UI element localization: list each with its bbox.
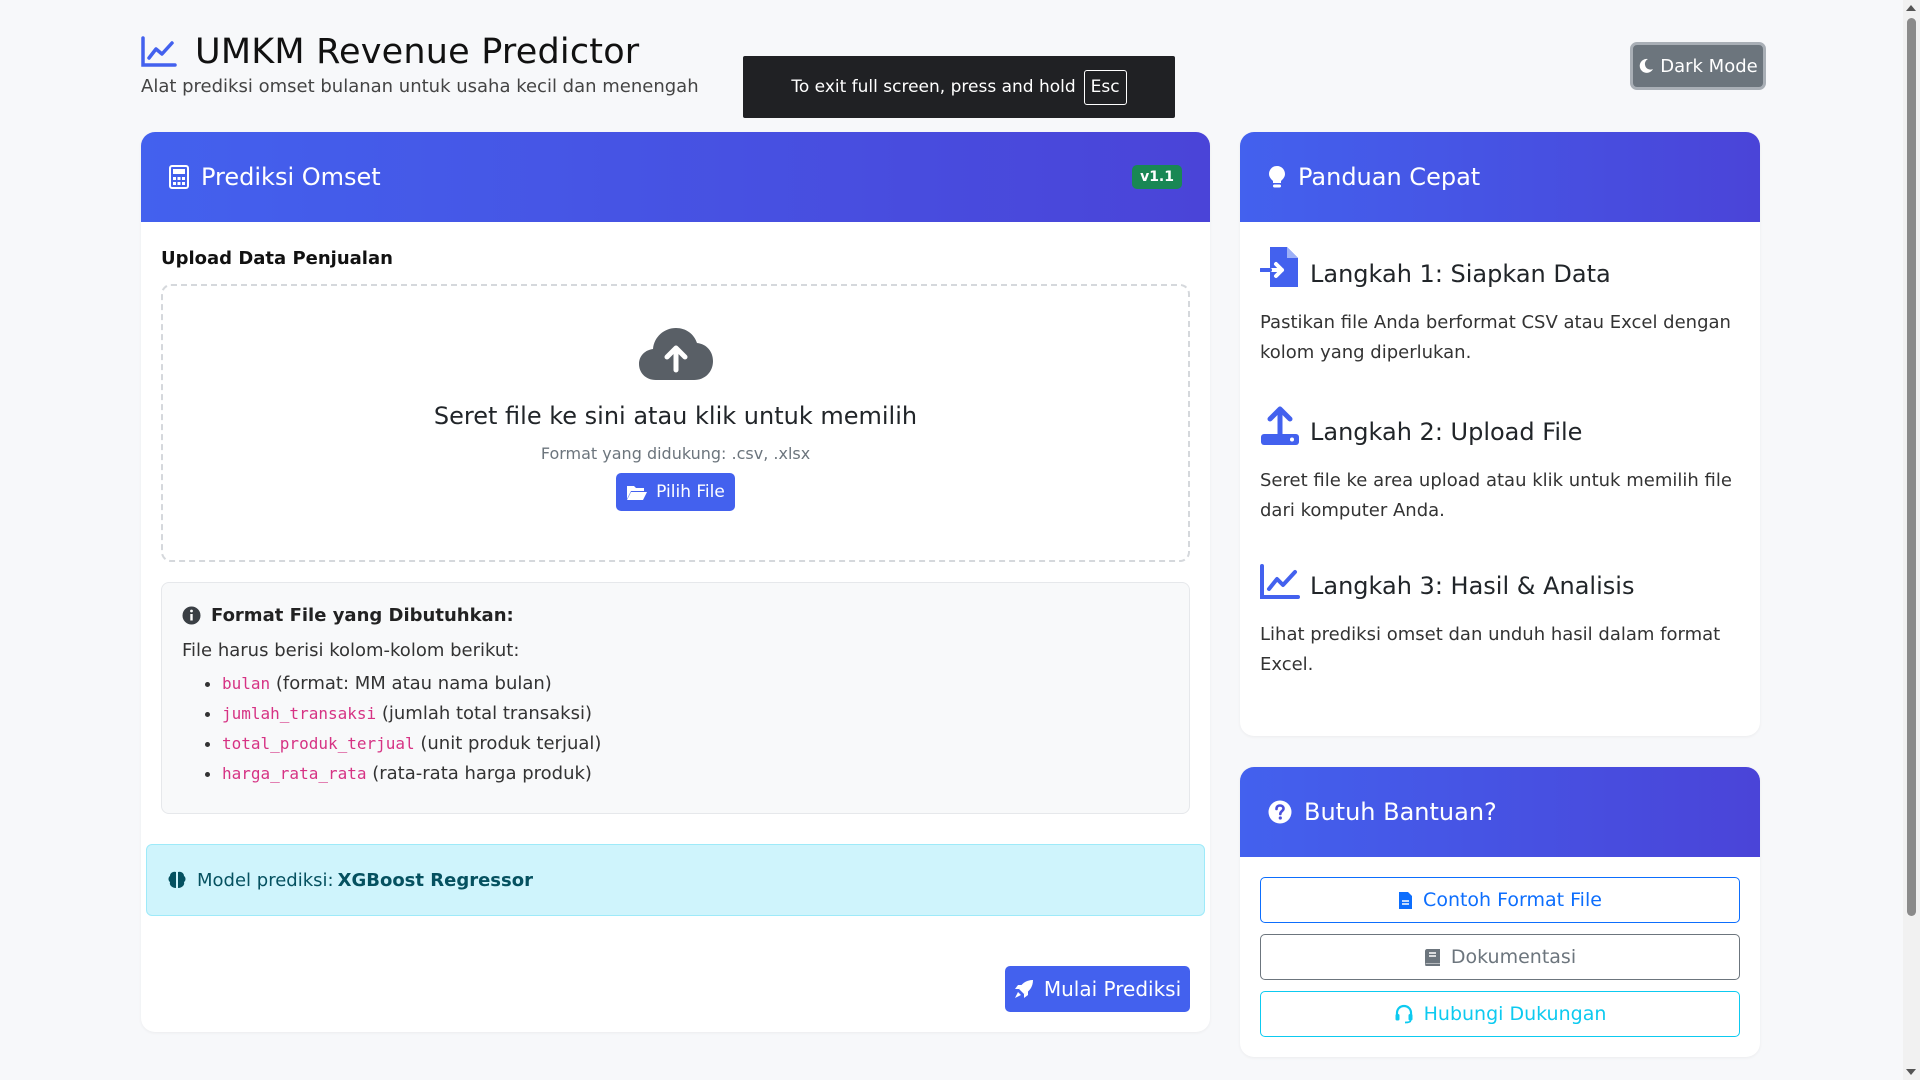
- folder-open-icon: [626, 484, 648, 501]
- file-icon: [1398, 891, 1413, 910]
- dark-mode-button[interactable]: Dark Mode: [1630, 42, 1766, 90]
- quick-guide-card: Panduan Cepat Langkah 1: Siapkan Data Pa…: [1240, 132, 1760, 736]
- format-title: Format File yang Dibutuhkan:: [211, 605, 514, 626]
- start-prediction-button[interactable]: Mulai Prediksi: [1005, 966, 1190, 1012]
- lightbulb-icon: [1268, 165, 1286, 189]
- esc-key-hint: Esc: [1083, 69, 1127, 105]
- step-title: Langkah 1: Siapkan Data: [1310, 260, 1611, 288]
- required-columns-list: bulan (format: MM atau nama bulan) jumla…: [182, 669, 1169, 789]
- help-card-header: Butuh Bantuan?: [1240, 767, 1760, 857]
- documentation-button[interactable]: Dokumentasi: [1260, 934, 1740, 980]
- upload-icon: [1260, 406, 1300, 446]
- model-label: Model prediksi:: [197, 869, 334, 891]
- step-desc: Lihat prediksi omset dan unduh hasil dal…: [1260, 624, 1721, 675]
- list-item: total_produk_terjual (unit produk terjua…: [222, 729, 1169, 759]
- page-scrollbar[interactable]: [1903, 0, 1920, 1080]
- scroll-thumb[interactable]: [1907, 18, 1916, 916]
- info-circle-icon: [182, 606, 201, 625]
- cloud-upload-icon: [638, 326, 714, 382]
- column-desc: (rata-rata harga produk): [366, 763, 592, 784]
- chart-line-icon: [1260, 564, 1300, 600]
- column-desc: (format: MM atau nama bulan): [270, 673, 552, 694]
- guide-card-header: Panduan Cepat: [1240, 132, 1760, 222]
- brain-icon: [167, 870, 187, 890]
- contact-support-label: Hubungi Dukungan: [1423, 1003, 1607, 1025]
- start-prediction-label: Mulai Prediksi: [1043, 977, 1182, 1001]
- guide-card-title: Panduan Cepat: [1298, 163, 1481, 191]
- help-card: Butuh Bantuan? Contoh Format File Dokume…: [1240, 767, 1760, 1057]
- upload-label: Upload Data Penjualan: [161, 248, 393, 269]
- predict-card-title: Prediksi Omset: [201, 163, 381, 191]
- page-subtitle: Alat prediksi omset bulanan untuk usaha …: [141, 76, 699, 97]
- file-import-icon: [1260, 246, 1300, 288]
- scroll-down-arrow[interactable]: [1906, 1069, 1916, 1075]
- format-intro: File harus berisi kolom-kolom berikut:: [182, 640, 520, 661]
- list-item: harga_rata_rata (rata-rata harga produk): [222, 759, 1169, 789]
- headset-icon: [1394, 1004, 1414, 1024]
- app-header: UMKM Revenue Predictor Alat prediksi oms…: [141, 32, 699, 97]
- column-desc: (unit produk terjual): [414, 733, 602, 754]
- column-code: bulan: [222, 674, 271, 693]
- model-name: XGBoost Regressor: [337, 869, 533, 891]
- column-code: jumlah_transaksi: [222, 704, 377, 723]
- format-requirements: Format File yang Dibutuhkan: File harus …: [161, 582, 1190, 814]
- pick-file-button[interactable]: Pilih File: [616, 473, 735, 511]
- toast-text: To exit full screen, press and hold: [791, 77, 1076, 97]
- dark-mode-label: Dark Mode: [1660, 55, 1758, 77]
- help-card-title: Butuh Bantuan?: [1304, 798, 1497, 826]
- step-title: Langkah 3: Hasil & Analisis: [1310, 572, 1635, 600]
- documentation-label: Dokumentasi: [1450, 946, 1577, 968]
- sample-format-button[interactable]: Contoh Format File: [1260, 877, 1740, 923]
- file-dropzone[interactable]: Seret file ke sini atau klik untuk memil…: [161, 284, 1190, 562]
- calculator-icon: [169, 165, 189, 189]
- pick-file-label: Pilih File: [656, 482, 725, 502]
- fullscreen-exit-toast: To exit full screen, press and hold Esc: [743, 56, 1175, 118]
- dropzone-title: Seret file ke sini atau klik untuk memil…: [433, 402, 918, 430]
- step-desc: Seret file ke area upload atau klik untu…: [1260, 470, 1732, 521]
- moon-icon: [1638, 58, 1654, 74]
- predict-card-header: Prediksi Omset v1.1: [141, 132, 1210, 222]
- list-item: jumlah_transaksi (jumlah total transaksi…: [222, 699, 1169, 729]
- predict-card: Prediksi Omset v1.1 Upload Data Penjuala…: [141, 132, 1210, 1032]
- column-desc: (jumlah total transaksi): [376, 703, 592, 724]
- column-code: total_produk_terjual: [222, 734, 415, 753]
- guide-step-2: Langkah 2: Upload File Seret file ke are…: [1260, 406, 1740, 526]
- guide-step-3: Langkah 3: Hasil & Analisis Lihat predik…: [1260, 564, 1740, 680]
- list-item: bulan (format: MM atau nama bulan): [222, 669, 1169, 699]
- sample-format-label: Contoh Format File: [1423, 889, 1602, 911]
- rocket-icon: [1014, 979, 1034, 999]
- step-title: Langkah 2: Upload File: [1310, 418, 1583, 446]
- scroll-up-arrow[interactable]: [1906, 5, 1916, 11]
- version-badge: v1.1: [1132, 165, 1182, 189]
- book-icon: [1424, 948, 1441, 967]
- dropzone-formats: Format yang didukung: .csv, .xlsx: [540, 444, 811, 463]
- model-info-alert: Model prediksi: XGBoost Regressor: [146, 844, 1205, 916]
- contact-support-button[interactable]: Hubungi Dukungan: [1260, 991, 1740, 1037]
- page-title: UMKM Revenue Predictor: [195, 32, 640, 72]
- question-circle-icon: [1268, 800, 1292, 824]
- chart-line-icon: [141, 36, 177, 68]
- guide-step-1: Langkah 1: Siapkan Data Pastikan file An…: [1260, 246, 1740, 368]
- step-desc: Pastikan file Anda berformat CSV atau Ex…: [1260, 312, 1731, 363]
- column-code: harga_rata_rata: [222, 764, 367, 783]
